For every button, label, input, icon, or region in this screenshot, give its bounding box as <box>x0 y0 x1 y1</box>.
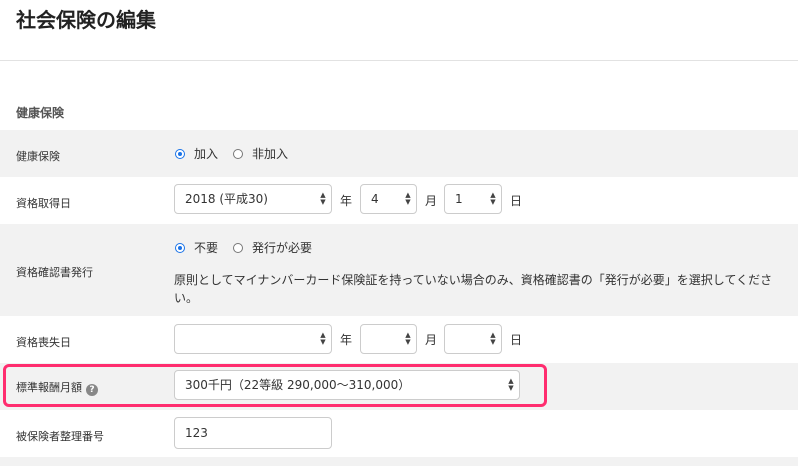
health-insurance-label: 健康保険 <box>16 150 60 163</box>
health-insurance-row: 健康保険 加入 非加入 <box>0 130 798 177</box>
acquisition-month-value: 4 <box>371 192 379 206</box>
acquisition-date-label: 資格取得日 <box>16 197 71 210</box>
loss-year-unit: 年 <box>340 333 353 347</box>
title-divider <box>0 60 798 61</box>
acquisition-day-value: 1 <box>455 192 463 206</box>
radio-label-not-needed: 不要 <box>194 241 219 255</box>
acquisition-month-select[interactable]: 4 ▲ ▼ <box>360 184 417 214</box>
loss-month-unit: 月 <box>425 333 438 347</box>
loss-day-unit: 日 <box>510 333 523 347</box>
select-arrows-icon: ▲ ▼ <box>405 331 411 346</box>
select-arrows-icon: ▲ ▼ <box>405 191 411 206</box>
select-arrows-icon: ▲ ▼ <box>320 191 326 206</box>
select-arrows-icon: ▲ ▼ <box>490 191 496 206</box>
radio-label-not-join: 非加入 <box>252 147 289 161</box>
certificate-needed-radio[interactable]: 発行が必要 <box>233 239 312 256</box>
radio-checked-icon <box>175 148 185 159</box>
certificate-issue-label: 資格確認書発行 <box>16 266 93 279</box>
loss-year-select[interactable]: ▲ ▼ <box>174 324 332 354</box>
radio-label-needed: 発行が必要 <box>252 241 313 255</box>
radio-label-join: 加入 <box>194 147 219 161</box>
acquisition-year-unit: 年 <box>340 194 353 208</box>
loss-month-select[interactable]: ▲ ▼ <box>360 324 417 354</box>
insured-number-row: 被保険者整理番号 123 <box>0 410 798 457</box>
highlight-box <box>3 364 547 407</box>
loss-day-select[interactable]: ▲ ▼ <box>444 324 502 354</box>
insured-number-input[interactable]: 123 <box>174 417 332 449</box>
acquisition-year-select[interactable]: 2018 (平成30) ▲ ▼ <box>174 184 332 214</box>
loss-date-row: 資格喪失日 ▲ ▼ 年 ▲ ▼ 月 ▲ ▼ 日 <box>0 316 798 363</box>
health-insurance-not-join-radio[interactable]: 非加入 <box>233 145 288 162</box>
radio-checked-icon <box>175 242 185 253</box>
acquisition-day-unit: 日 <box>510 194 523 208</box>
insured-number-label: 被保険者整理番号 <box>16 430 104 443</box>
certificate-not-needed-radio[interactable]: 不要 <box>175 239 218 256</box>
page-title: 社会保険の編集 <box>16 8 156 32</box>
select-arrows-icon: ▲ ▼ <box>320 331 326 346</box>
radio-unchecked-icon <box>233 242 243 253</box>
radio-unchecked-icon <box>233 148 243 159</box>
select-arrows-icon: ▲ ▼ <box>490 331 496 346</box>
loss-date-label: 資格喪失日 <box>16 336 71 349</box>
acquisition-date-row: 資格取得日 2018 (平成30) ▲ ▼ 年 4 ▲ ▼ 月 1 ▲ ▼ 日 <box>0 177 798 224</box>
next-row-strip <box>0 457 798 466</box>
acquisition-month-unit: 月 <box>425 194 438 208</box>
certificate-note: 原則としてマイナンバーカード保険証を持っていない場合のみ、資格確認書の「発行が必… <box>174 273 773 305</box>
section-title: 健康保険 <box>16 106 65 120</box>
acquisition-day-select[interactable]: 1 ▲ ▼ <box>444 184 502 214</box>
acquisition-year-value: 2018 (平成30) <box>185 192 268 206</box>
health-insurance-join-radio[interactable]: 加入 <box>175 145 218 162</box>
